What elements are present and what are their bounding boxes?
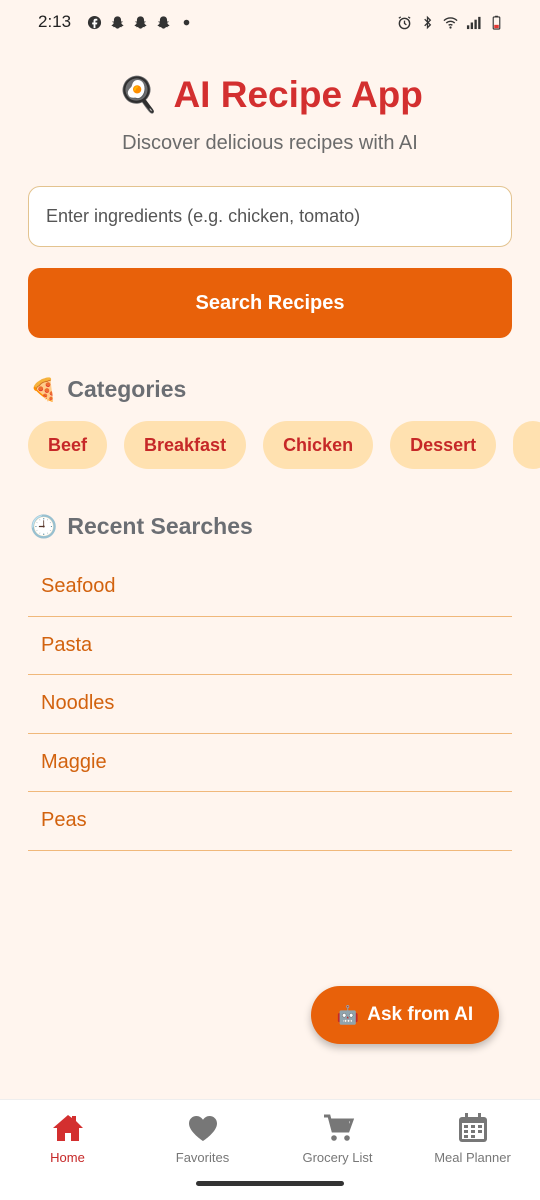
recent-search-item[interactable]: Pasta	[28, 617, 512, 675]
cart-icon	[323, 1114, 354, 1141]
recent-searches-heading-label: Recent Searches	[67, 513, 253, 539]
ingredients-search-input[interactable]	[28, 186, 512, 247]
recent-searches-heading: 🕘 Recent Searches	[30, 513, 253, 540]
category-chips: Beef Breakfast Chicken Dessert	[28, 421, 540, 469]
categories-heading: 🍕 Categories	[30, 376, 186, 403]
category-chip-dessert[interactable]: Dessert	[390, 421, 497, 469]
robot-icon: 🤖	[336, 1004, 360, 1025]
recent-searches-list: Seafood Pasta Noodles Maggie Peas	[28, 558, 512, 851]
snapchat-icon	[157, 15, 170, 29]
signal-icon	[466, 16, 481, 29]
nav-meal-planner-label: Meal Planner	[434, 1150, 511, 1165]
nav-home-label: Home	[50, 1150, 85, 1165]
bluetooth-icon	[424, 15, 432, 29]
dot-icon	[183, 19, 190, 25]
recent-search-item[interactable]: Noodles	[28, 675, 512, 734]
status-time: 2:13	[38, 12, 72, 31]
heart-icon	[188, 1116, 217, 1141]
clock-icon: 🕘	[30, 513, 58, 539]
app-title: AI Recipe App	[173, 74, 423, 115]
recent-search-item[interactable]: Maggie	[28, 734, 512, 792]
ask-ai-label: Ask from AI	[367, 1004, 474, 1025]
pizza-icon: 🍕	[30, 376, 58, 402]
status-bar: 2:13	[0, 0, 540, 44]
home-icon	[52, 1115, 83, 1141]
nav-meal-planner[interactable]: Meal Planner	[405, 1100, 540, 1200]
facebook-icon	[88, 15, 102, 29]
battery-low-icon	[492, 15, 501, 30]
calendar-icon	[458, 1113, 487, 1142]
category-chip-chicken[interactable]: Chicken	[263, 421, 374, 469]
category-chip-beef[interactable]: Beef	[28, 421, 108, 469]
snapchat-icon	[111, 15, 124, 29]
categories-heading-label: Categories	[67, 376, 187, 402]
app-header: 🍳 AI Recipe App	[0, 74, 540, 116]
recent-search-item[interactable]: Seafood	[28, 558, 512, 617]
nav-favorites-label: Favorites	[175, 1150, 230, 1165]
search-recipes-button[interactable]: Search Recipes	[28, 268, 512, 338]
recent-search-item[interactable]: Peas	[28, 792, 512, 851]
frying-pan-icon: 🍳	[117, 76, 160, 114]
alarm-icon	[398, 15, 411, 29]
category-chip-partial[interactable]	[513, 421, 540, 469]
category-chip-breakfast[interactable]: Breakfast	[124, 421, 247, 469]
app-subtitle: Discover delicious recipes with AI	[122, 132, 418, 154]
wifi-icon	[443, 16, 458, 29]
nav-grocery-list-label: Grocery List	[302, 1150, 373, 1165]
snapchat-icon	[134, 15, 147, 29]
nav-home[interactable]: Home	[0, 1100, 135, 1200]
home-indicator[interactable]	[196, 1181, 344, 1186]
ask-ai-button[interactable]: 🤖 Ask from AI	[311, 986, 499, 1044]
